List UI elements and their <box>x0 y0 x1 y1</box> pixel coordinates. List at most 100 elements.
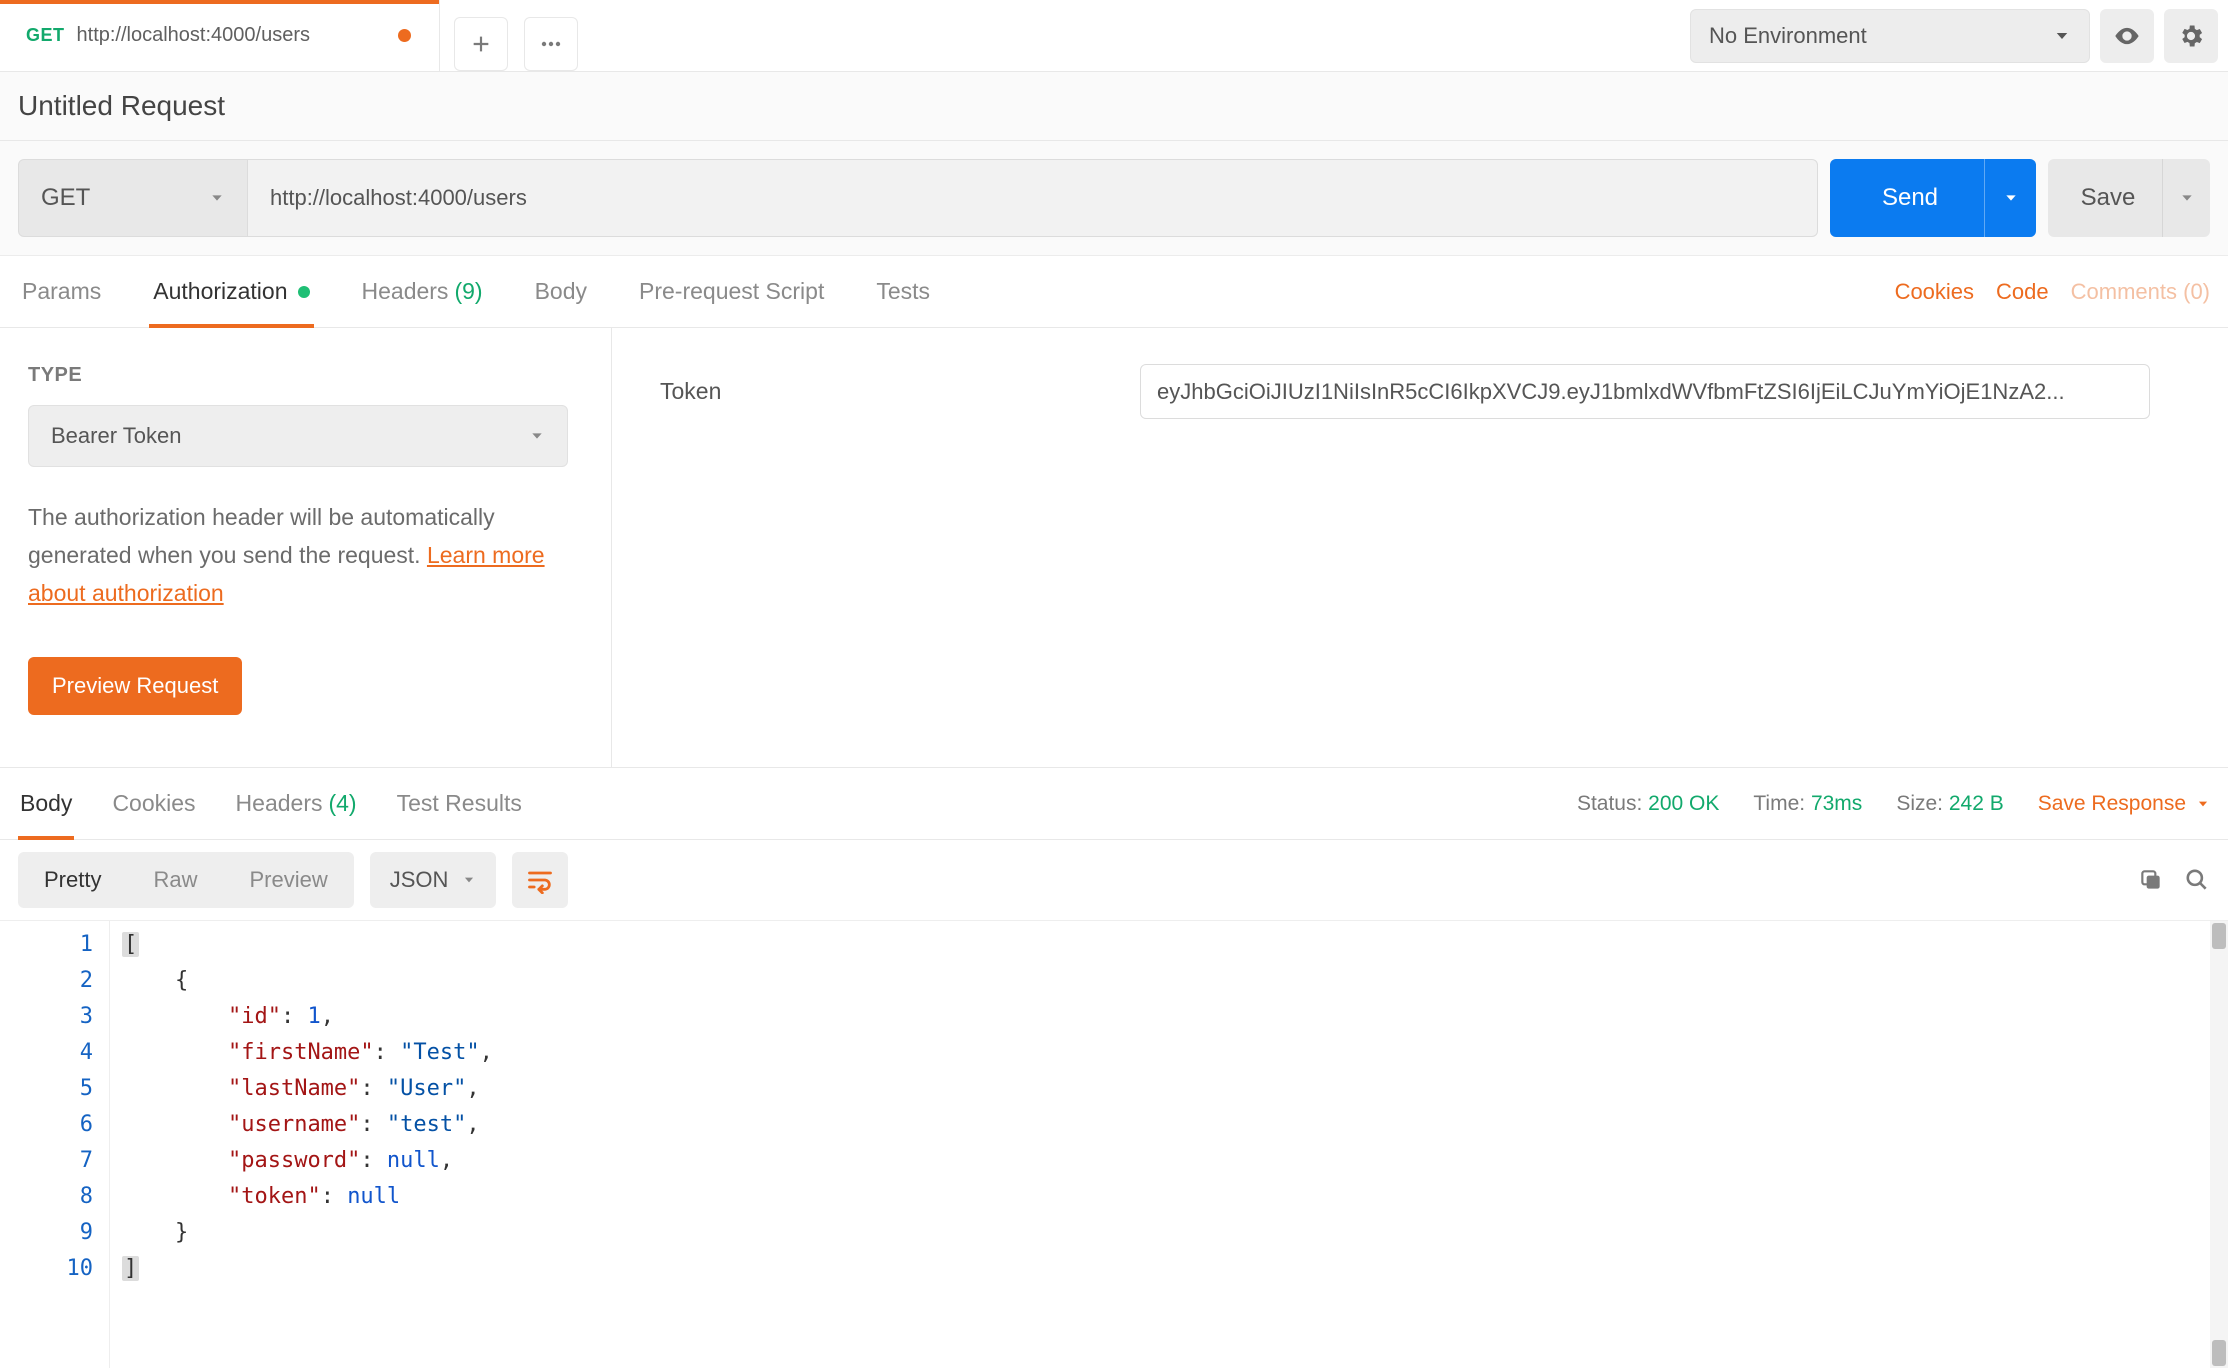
chevron-down-icon <box>529 428 545 444</box>
scroll-thumb-top[interactable] <box>2212 923 2226 949</box>
token-value-input[interactable]: eyJhbGciOiJIUzI1NiIsInR5cCI6IkpXVCJ9.eyJ… <box>1140 364 2150 419</box>
preview-request-button[interactable]: Preview Request <box>28 657 242 715</box>
response-meta: Status: 200 OK Time: 73ms Size: 242 B Sa… <box>1577 792 2210 816</box>
auth-left: TYPE Bearer Token The authorization head… <box>0 328 612 767</box>
format-dropdown[interactable]: JSON <box>370 852 497 908</box>
resp-tab-headers-label: Headers <box>236 790 323 817</box>
save-options-button[interactable] <box>2162 159 2210 237</box>
time-group: Time: 73ms <box>1753 792 1862 816</box>
url-input[interactable]: http://localhost:4000/users <box>248 159 1818 237</box>
tab-action-buttons <box>440 17 578 71</box>
copy-icon <box>2138 867 2164 893</box>
more-horizontal-icon <box>539 32 563 56</box>
tab-tests[interactable]: Tests <box>872 256 934 327</box>
view-mode-segment: Pretty Raw Preview <box>18 852 354 908</box>
request-name[interactable]: Untitled Request <box>0 72 2228 141</box>
url-value: http://localhost:4000/users <box>270 185 527 211</box>
line-number-gutter: 12345678910 <box>0 921 110 1368</box>
auth-type-label: TYPE <box>28 364 583 387</box>
copy-response-button[interactable] <box>2138 867 2164 893</box>
response-toolbar-right <box>2138 867 2210 893</box>
tab-dirty-indicator <box>398 29 411 42</box>
response-tabs-row: Body Cookies Headers (4) Test Results St… <box>0 768 2228 840</box>
status-label: Status: <box>1577 792 1642 815</box>
eye-icon <box>2113 22 2141 50</box>
send-options-button[interactable] <box>1984 159 2036 237</box>
save-button[interactable]: Save <box>2048 159 2168 237</box>
tab-headers[interactable]: Headers (9) <box>358 256 487 327</box>
send-button[interactable]: Send <box>1830 159 1990 237</box>
chevron-down-icon <box>2053 27 2071 45</box>
tab-authorization[interactable]: Authorization <box>149 256 313 327</box>
auth-right: Token eyJhbGciOiJIUzI1NiIsInR5cCI6IkpXVC… <box>612 328 2228 767</box>
request-tab[interactable]: GET http://localhost:4000/users <box>0 0 440 71</box>
environment-selected: No Environment <box>1709 23 1867 49</box>
token-value-text: eyJhbGciOiJIUzI1NiIsInR5cCI6IkpXVCJ9.eyJ… <box>1157 379 2065 405</box>
tab-active-indicator <box>0 0 439 4</box>
search-response-button[interactable] <box>2184 867 2210 893</box>
tab-title: http://localhost:4000/users <box>77 24 310 47</box>
scroll-thumb-bottom[interactable] <box>2212 1340 2226 1366</box>
resp-tab-headers-count: (4) <box>328 790 356 817</box>
vertical-scrollbar[interactable] <box>2210 921 2228 1368</box>
view-raw[interactable]: Raw <box>127 852 223 908</box>
resp-tab-testresults[interactable]: Test Results <box>395 768 524 839</box>
code-content[interactable]: [ { "id": 1, "firstName": "Test", "lastN… <box>110 921 2228 1368</box>
tab-prerequest[interactable]: Pre-request Script <box>635 256 828 327</box>
tab-options-button[interactable] <box>524 17 578 71</box>
request-tabs: Params Authorization Headers (9) Body Pr… <box>18 256 934 327</box>
method-dropdown[interactable]: GET <box>18 159 248 237</box>
url-row: GET http://localhost:4000/users Send Sav… <box>0 141 2228 256</box>
method-value: GET <box>41 184 90 212</box>
new-tab-button[interactable] <box>454 17 508 71</box>
plus-icon <box>470 33 492 55</box>
time-value: 73ms <box>1811 792 1862 815</box>
chevron-down-icon <box>209 190 225 206</box>
token-key-label: Token <box>660 378 1140 405</box>
status-value: 200 OK <box>1648 792 1719 815</box>
save-response-label: Save Response <box>2038 792 2186 816</box>
settings-button[interactable] <box>2164 9 2218 63</box>
tabs-area: GET http://localhost:4000/users <box>0 0 578 71</box>
link-code[interactable]: Code <box>1996 279 2049 305</box>
auth-active-dot <box>298 286 310 298</box>
auth-type-dropdown[interactable]: Bearer Token <box>28 405 568 467</box>
chevron-down-icon <box>2003 190 2019 206</box>
wrap-icon <box>526 866 554 894</box>
size-value: 242 B <box>1949 792 2004 815</box>
view-pretty[interactable]: Pretty <box>18 852 127 908</box>
size-label: Size: <box>1896 792 1943 815</box>
resp-tab-body[interactable]: Body <box>18 768 74 839</box>
gear-icon <box>2177 22 2205 50</box>
tab-params[interactable]: Params <box>18 256 105 327</box>
chevron-down-icon <box>2196 797 2210 811</box>
request-side-links: Cookies Code Comments (0) <box>1895 279 2210 305</box>
save-response-button[interactable]: Save Response <box>2038 792 2210 816</box>
request-tabs-row: Params Authorization Headers (9) Body Pr… <box>0 256 2228 328</box>
chevron-down-icon <box>462 873 476 887</box>
tab-method: GET <box>26 25 65 46</box>
time-label: Time: <box>1753 792 1805 815</box>
link-comments[interactable]: Comments (0) <box>2071 279 2210 305</box>
token-row: Token eyJhbGciOiJIUzI1NiIsInR5cCI6IkpXVC… <box>660 364 2180 419</box>
status-group: Status: 200 OK <box>1577 792 1719 816</box>
view-preview[interactable]: Preview <box>223 852 353 908</box>
resp-tab-cookies[interactable]: Cookies <box>110 768 197 839</box>
tab-authorization-label: Authorization <box>153 278 287 305</box>
wrap-lines-button[interactable] <box>512 852 568 908</box>
tab-body[interactable]: Body <box>531 256 591 327</box>
search-icon <box>2184 867 2210 893</box>
format-value: JSON <box>390 867 449 893</box>
resp-tab-headers[interactable]: Headers (4) <box>234 768 359 839</box>
link-cookies[interactable]: Cookies <box>1895 279 1974 305</box>
auth-panel: TYPE Bearer Token The authorization head… <box>0 328 2228 768</box>
response-body-editor: 12345678910 [ { "id": 1, "firstName": "T… <box>0 920 2228 1368</box>
environment-quicklook-button[interactable] <box>2100 9 2154 63</box>
response-tabs: Body Cookies Headers (4) Test Results <box>18 768 524 839</box>
top-right-controls: No Environment <box>1690 9 2228 63</box>
auth-note: The authorization header will be automat… <box>28 499 583 613</box>
environment-dropdown[interactable]: No Environment <box>1690 9 2090 63</box>
auth-type-value: Bearer Token <box>51 423 181 449</box>
tab-headers-label: Headers <box>362 278 449 305</box>
response-toolbar: Pretty Raw Preview JSON <box>0 840 2228 920</box>
